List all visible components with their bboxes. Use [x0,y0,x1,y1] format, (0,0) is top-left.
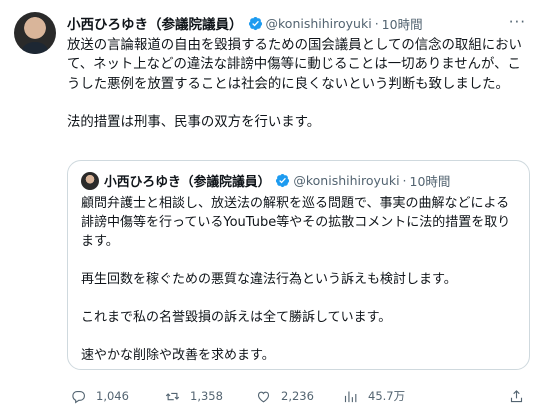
tweet-text-para2: 法的措置は刑事、民事の双方を行います。 [67,114,321,130]
reply-icon [72,390,86,404]
like-button[interactable]: 2,236 [256,389,314,404]
quoted-author-avatar [81,171,99,190]
author-name[interactable]: 小西ひろゆき（参議院議員） [67,13,243,33]
like-icon [257,391,270,402]
quoted-author-handle: @konishihiroyuki [293,173,400,188]
action-bar: 1,046 1,358 2,236 45.7万 [67,386,530,406]
quoted-tweet-time: 10時間 [409,174,451,189]
share-icon [510,389,523,402]
views-count: 45.7万 [368,389,406,403]
like-count: 2,236 [281,389,314,403]
verified-badge-icon [276,173,290,188]
tweet-text-para1: 放送の言論報道の自由を毀損するための国会議員としての信念の取組において、ネット上… [67,38,522,92]
author-handle[interactable]: @konishihiroyuki [266,16,372,31]
tweet-time[interactable]: 10時間 [382,14,423,33]
views-button[interactable]: 45.7万 [343,388,405,404]
quoted-tweet-header: 小西ひろゆき（参議院議員） @konishihiroyuki · 10時間 [81,171,450,190]
retweet-icon [165,392,180,400]
retweet-button[interactable]: 1,358 [165,389,223,404]
tweet-header: 小西ひろゆき（参議院議員） @konishihiroyuki · 10時間 ··… [67,13,528,33]
verified-badge-icon [248,16,262,30]
retweet-count: 1,358 [190,389,223,403]
reply-count: 1,046 [96,389,129,403]
quoted-tweet-text: 顧問弁護士と相談し、放送法の解釈を巡る問題で、事実の曲解などによる誹謗中傷等を行… [81,196,511,363]
tweet-text: 放送の言論報道の自由を毀損するための国会議員としての信念の取組において、ネット上… [67,36,529,132]
separator-dot: · [402,173,407,188]
reply-button[interactable]: 1,046 [71,389,129,404]
quoted-author-name: 小西ひろゆき（参議院議員） [104,175,271,190]
separator-dot: · [374,15,379,31]
share-button[interactable] [509,389,524,404]
views-icon [344,391,357,402]
quoted-tweet[interactable]: 小西ひろゆき（参議院議員） @konishihiroyuki · 10時間 顧問… [67,160,530,370]
author-avatar[interactable] [14,12,56,54]
more-icon[interactable]: ··· [509,13,526,31]
